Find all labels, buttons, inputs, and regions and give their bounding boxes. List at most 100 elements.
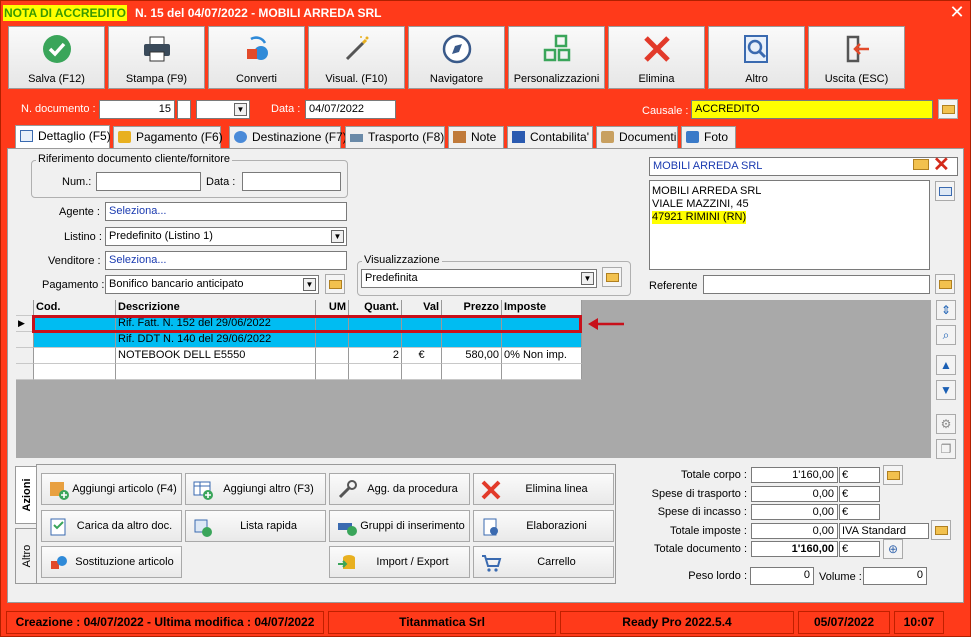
tab-contabilita[interactable]: Contabilita' <box>507 126 593 148</box>
settings-icon: ⚙ <box>940 417 952 431</box>
status-dates: Creazione : 04/07/2022 - Ultima modifica… <box>6 611 324 634</box>
add-article-button[interactable]: Aggiungi articolo (F4) <box>41 473 182 505</box>
edit-address-button[interactable] <box>935 181 955 201</box>
truck-icon <box>350 134 363 142</box>
volume-input[interactable]: 0 <box>863 567 927 585</box>
clear-cliente-icon[interactable]: ✕ <box>933 154 950 176</box>
totale-documento-unit: € <box>839 541 880 557</box>
grid-header: Cod. Descrizione UM Quant. Val Prezzo Im… <box>16 300 582 316</box>
cart-button[interactable]: Carrello <box>473 546 614 578</box>
causale-browse-button[interactable] <box>938 99 958 119</box>
col-quant[interactable]: Quant. <box>349 300 402 316</box>
quick-list-button[interactable]: Lista rapida <box>185 510 326 542</box>
col-prezzo[interactable]: Prezzo <box>442 300 502 316</box>
col-val[interactable]: Val <box>402 300 442 316</box>
folder-icon <box>939 280 952 289</box>
rif-data-input[interactable] <box>242 172 341 191</box>
load-from-doc-button[interactable]: Carica da altro doc. <box>41 510 182 542</box>
tab-documenti[interactable]: Documenti <box>596 126 678 148</box>
tab-pagamento[interactable]: Pagamento (F6) <box>113 126 223 148</box>
database-arrow-icon <box>338 555 355 569</box>
side-tab-altro[interactable]: Altro <box>15 528 37 584</box>
add-other-button[interactable]: Aggiungi altro (F3) <box>185 473 326 505</box>
address-line: MOBILI ARREDA SRL <box>652 185 762 197</box>
agente-input[interactable]: Seleziona... <box>105 202 347 221</box>
window-close-button[interactable]: ✕ <box>949 3 965 21</box>
tab-foto[interactable]: Foto <box>681 126 736 148</box>
arrow-up-icon: ▲ <box>940 358 952 372</box>
col-cod[interactable]: Cod. <box>34 300 116 316</box>
visualizzazione-browse-button[interactable] <box>602 267 622 287</box>
ledger-icon <box>512 131 525 143</box>
compass-icon <box>442 34 472 64</box>
listino-select[interactable]: Predefinito (Listino 1) ▼ <box>105 227 347 246</box>
delete-line-button[interactable]: Elimina linea <box>473 473 614 505</box>
exit-button[interactable]: Uscita (ESC) <box>808 26 905 89</box>
cliente-name-input[interactable]: MOBILI ARREDA SRL <box>649 157 958 176</box>
elaborations-button[interactable]: Elaborazioni <box>473 510 614 542</box>
search-row-button[interactable]: ⌕ <box>936 325 956 345</box>
row-settings-button[interactable]: ⚙ <box>936 414 956 434</box>
customize-button[interactable]: Personalizzazioni <box>508 26 605 89</box>
preview-button[interactable]: Visual. (F10) <box>308 26 405 89</box>
delete-label: Elimina <box>638 73 675 85</box>
chevron-down-icon: ▼ <box>581 272 594 285</box>
causale-input[interactable]: ACCREDITO <box>691 100 933 119</box>
tab-dettaglio[interactable]: Dettaglio (F5) <box>15 125 111 149</box>
visualizzazione-title: Visualizzazione <box>362 254 442 266</box>
folder-icon[interactable] <box>913 159 929 170</box>
rif-data-label: Data : <box>206 176 236 188</box>
table-row[interactable]: NOTEBOOK DELL E5550 2 € 580,00 0% Non im… <box>16 348 582 364</box>
folder-icon <box>887 471 900 480</box>
side-tab-azioni[interactable]: Azioni <box>15 466 37 524</box>
convert-button[interactable]: Converti <box>208 26 305 89</box>
data-input[interactable]: 04/07/2022 <box>305 100 396 119</box>
spese-incasso-input[interactable]: 0,00 <box>751 504 838 520</box>
add-from-procedure-button[interactable]: Agg. da procedura <box>329 473 470 505</box>
iva-browse-button[interactable] <box>931 520 951 540</box>
row-copy-button[interactable]: ❐ <box>936 439 956 459</box>
ndoc-suffix-input[interactable] <box>177 100 191 119</box>
spese-trasporto-unit: € <box>839 486 880 502</box>
referente-input[interactable] <box>703 275 930 294</box>
documents-icon <box>601 131 614 143</box>
title-doc-info: N. 15 del 04/07/2022 - MOBILI ARREDA SRL <box>135 6 382 20</box>
insert-groups-button[interactable]: Gruppi di inserimento <box>329 510 470 542</box>
print-button[interactable]: Stampa (F9) <box>108 26 205 89</box>
agente-label: Agente : <box>59 206 100 218</box>
visualizzazione-select[interactable]: Predefinita ▼ <box>361 269 597 288</box>
delete-button[interactable]: Elimina <box>608 26 705 89</box>
table-row[interactable]: Rif. DDT N. 140 del 29/06/2022 <box>16 332 582 348</box>
pagamento-select[interactable]: Bonifico bancario anticipato ▼ <box>105 275 319 294</box>
more-button[interactable]: Altro <box>708 26 805 89</box>
list-icon <box>20 130 33 142</box>
tab-destinazione[interactable]: Destinazione (F7) <box>229 126 347 148</box>
tab-note[interactable]: Note <box>448 126 504 148</box>
save-button[interactable]: Salva (F12) <box>8 26 105 89</box>
arrow-down-icon: ▼ <box>940 383 952 397</box>
totale-corpo-browse-button[interactable] <box>883 465 903 485</box>
ndoc-input[interactable]: 15 <box>99 100 175 119</box>
folder-icon <box>606 273 619 282</box>
move-up-button[interactable]: ▲ <box>936 355 956 375</box>
col-um[interactable]: UM <box>316 300 349 316</box>
replace-article-button[interactable]: Sostituzione articolo <box>41 546 182 578</box>
move-row-button[interactable]: ⇕ <box>936 300 956 320</box>
move-down-button[interactable]: ▼ <box>936 380 956 400</box>
pagamento-browse-button[interactable] <box>325 274 345 294</box>
navigator-button[interactable]: Navigatore <box>408 26 505 89</box>
ndoc-series-select[interactable]: ▼ <box>196 100 250 119</box>
referente-browse-button[interactable] <box>935 274 955 294</box>
col-descrizione[interactable]: Descrizione <box>116 300 316 316</box>
zoom-total-button[interactable]: ⊕ <box>883 539 903 559</box>
tab-trasporto[interactable]: Trasporto (F8) <box>345 126 445 148</box>
col-imposte[interactable]: Imposte <box>502 300 582 316</box>
peso-lordo-input[interactable]: 0 <box>750 567 814 585</box>
rif-num-input[interactable] <box>96 172 201 191</box>
folder-icon <box>935 526 948 535</box>
venditore-input[interactable]: Seleziona... <box>105 251 347 270</box>
import-export-button[interactable]: Import / Export <box>329 546 470 578</box>
table-row[interactable] <box>16 364 582 380</box>
peso-lordo-label: Peso lordo : <box>688 570 747 582</box>
spese-trasporto-input[interactable]: 0,00 <box>751 486 838 502</box>
